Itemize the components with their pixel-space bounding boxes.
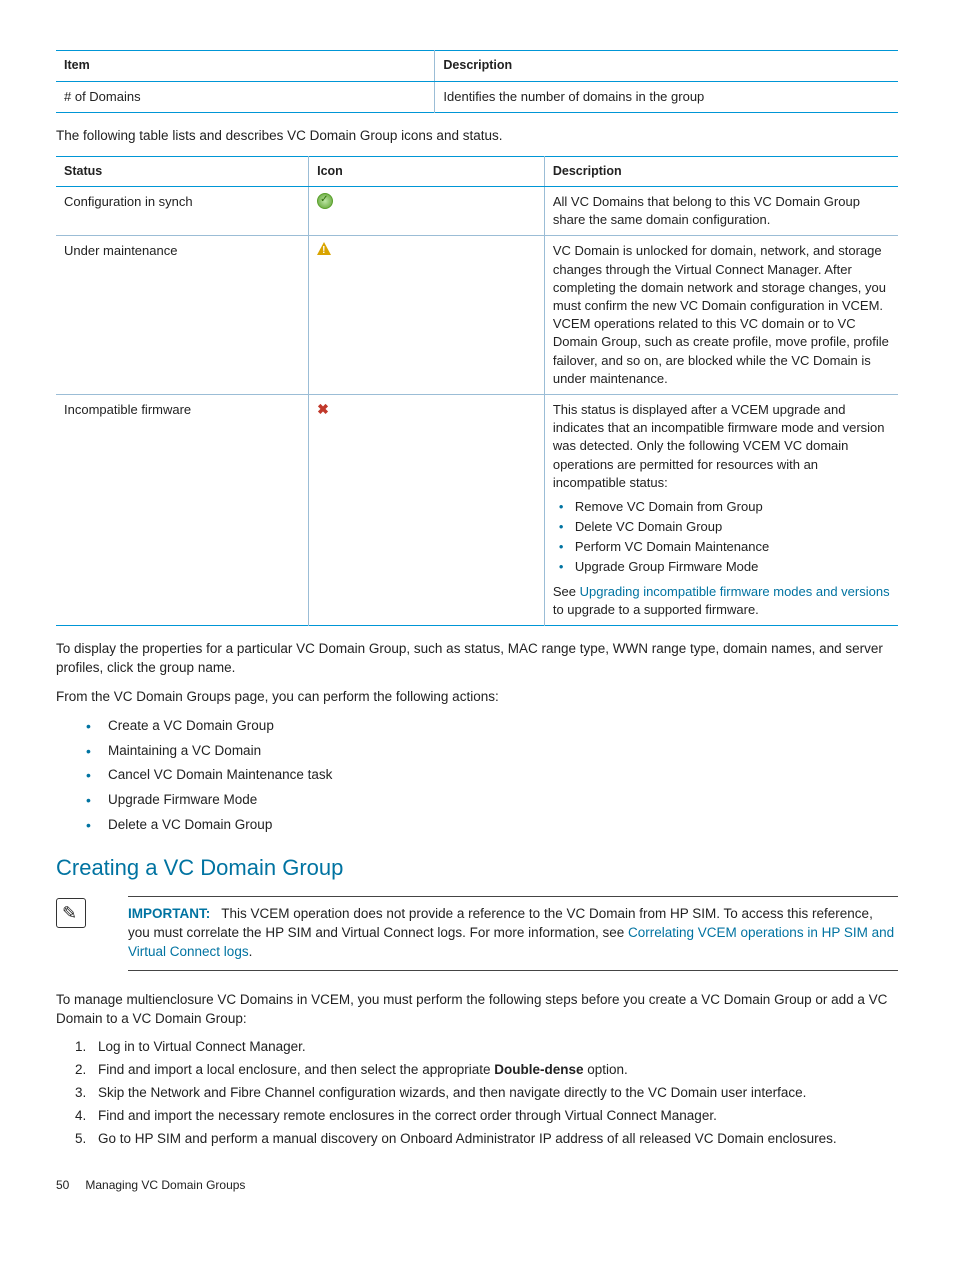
list-item: Upgrade Firmware Mode: [86, 791, 898, 810]
list-item: Delete VC Domain Group: [559, 518, 890, 536]
text: option.: [584, 1062, 628, 1077]
warning-icon: [317, 242, 331, 255]
paragraph: To display the properties for a particul…: [56, 640, 898, 678]
paragraph: From the VC Domain Groups page, you can …: [56, 688, 898, 707]
list-item: Go to HP SIM and perform a manual discov…: [90, 1130, 898, 1149]
list-item: Perform VC Domain Maintenance: [559, 538, 890, 556]
bold-text: Double-dense: [494, 1062, 583, 1077]
upgrade-firmware-link[interactable]: Upgrading incompatible firmware modes an…: [580, 584, 890, 599]
th-icon: Icon: [309, 156, 545, 187]
list-item: Create a VC Domain Group: [86, 717, 898, 736]
page-number: 50: [56, 1177, 82, 1194]
important-label: IMPORTANT:: [128, 906, 210, 921]
th-item: Item: [56, 51, 435, 82]
important-note: IMPORTANT: This VCEM operation does not …: [128, 896, 898, 971]
table-row: Under maintenance VC Domain is unlocked …: [56, 236, 898, 395]
th-description: Description: [435, 51, 898, 82]
firmware-op-list: Remove VC Domain from Group Delete VC Do…: [553, 498, 890, 577]
sync-ok-icon: [317, 193, 333, 209]
footer-title: Managing VC Domain Groups: [85, 1178, 245, 1192]
text: to upgrade to a supported firmware.: [553, 602, 759, 617]
table-row: Incompatible firmware ✖ This status is d…: [56, 394, 898, 625]
cell-desc: VC Domain is unlocked for domain, networ…: [544, 236, 898, 395]
list-item: Skip the Network and Fibre Channel confi…: [90, 1084, 898, 1103]
cell-desc: This status is displayed after a VCEM up…: [544, 394, 898, 625]
actions-list: Create a VC Domain Group Maintaining a V…: [56, 717, 898, 835]
cell-icon: [309, 236, 545, 395]
section-heading: Creating a VC Domain Group: [56, 853, 898, 884]
cell-icon: [309, 187, 545, 236]
paragraph: To manage multienclosure VC Domains in V…: [56, 991, 898, 1029]
th-status: Status: [56, 156, 309, 187]
th-description: Description: [544, 156, 898, 187]
cell-status: Configuration in synch: [56, 187, 309, 236]
item-description-table: Item Description # of Domains Identifies…: [56, 50, 898, 113]
list-item: Cancel VC Domain Maintenance task: [86, 766, 898, 785]
table-row: Configuration in synch All VC Domains th…: [56, 187, 898, 236]
important-text-suffix: .: [249, 944, 253, 959]
intro-text: The following table lists and describes …: [56, 127, 898, 146]
cell-desc: Identifies the number of domains in the …: [435, 81, 898, 112]
list-item: Delete a VC Domain Group: [86, 816, 898, 835]
cell-status: Incompatible firmware: [56, 394, 309, 625]
list-item: Find and import a local enclosure, and t…: [90, 1061, 898, 1080]
status-icon-table: Status Icon Description Configuration in…: [56, 156, 898, 626]
list-item: Remove VC Domain from Group: [559, 498, 890, 516]
desc-pre: This status is displayed after a VCEM up…: [553, 401, 890, 492]
cell-icon: ✖: [309, 394, 545, 625]
cell-status: Under maintenance: [56, 236, 309, 395]
page-footer: 50 Managing VC Domain Groups: [56, 1177, 898, 1194]
list-item: Find and import the necessary remote enc…: [90, 1107, 898, 1126]
steps-list: Log in to Virtual Connect Manager. Find …: [56, 1038, 898, 1148]
list-item: Log in to Virtual Connect Manager.: [90, 1038, 898, 1057]
cell-desc: All VC Domains that belong to this VC Do…: [544, 187, 898, 236]
table-row: # of Domains Identifies the number of do…: [56, 81, 898, 112]
desc-post: See Upgrading incompatible firmware mode…: [553, 583, 890, 619]
error-icon: ✖: [317, 401, 329, 417]
list-item: Maintaining a VC Domain: [86, 742, 898, 761]
list-item: Upgrade Group Firmware Mode: [559, 558, 890, 576]
note-icon: [56, 898, 86, 928]
text: See: [553, 584, 580, 599]
cell-item: # of Domains: [56, 81, 435, 112]
text: Find and import a local enclosure, and t…: [98, 1062, 494, 1077]
